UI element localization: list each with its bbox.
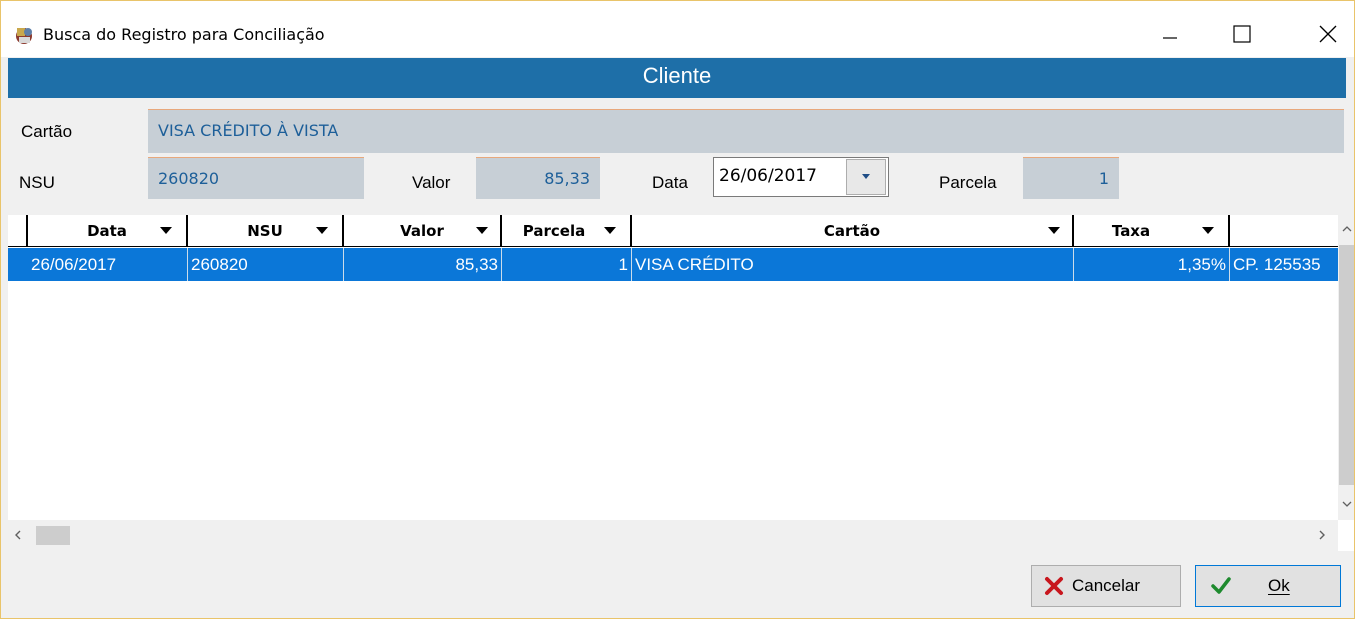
maximize-icon: [1233, 25, 1251, 43]
cartao-field[interactable]: VISA CRÉDITO À VISTA: [148, 109, 1344, 153]
dialog-window: Busca do Registro para Conciliação Clien…: [0, 0, 1355, 619]
column-header-nsu-label: NSU: [247, 222, 283, 240]
horizontal-scrollbar[interactable]: [8, 520, 1338, 551]
grid-header: Data NSU Valor Parcela Cartão Taxa: [8, 215, 1338, 247]
cell-extra[interactable]: CP. 125535: [1230, 248, 1338, 281]
close-button[interactable]: [1305, 17, 1351, 51]
sort-down-icon[interactable]: [160, 227, 172, 234]
cartao-label: Cartão: [21, 122, 73, 141]
cell-data[interactable]: 26/06/2017: [28, 248, 188, 281]
scroll-left-icon[interactable]: [14, 529, 22, 541]
window-title: Busca do Registro para Conciliação: [43, 25, 325, 44]
cell-valor[interactable]: 85,33: [344, 248, 502, 281]
column-header-data[interactable]: Data: [28, 215, 188, 247]
cell-parcela[interactable]: 1: [502, 248, 632, 281]
scroll-up-icon[interactable]: [1341, 225, 1353, 233]
title-bar[interactable]: Busca do Registro para Conciliação: [1, 1, 1354, 57]
vertical-scroll-thumb[interactable]: [1339, 245, 1354, 485]
column-header-taxa-label: Taxa: [1111, 222, 1151, 240]
valor-label: Valor: [412, 173, 451, 192]
date-dropdown-button[interactable]: [846, 159, 886, 195]
minimize-icon: [1163, 37, 1177, 39]
cancel-button[interactable]: Cancelar: [1031, 565, 1181, 607]
horizontal-scroll-thumb[interactable]: [36, 526, 70, 545]
grid-header-indicator: [8, 215, 28, 247]
sort-down-icon[interactable]: [316, 227, 328, 234]
ok-button[interactable]: Ok: [1195, 565, 1341, 607]
nsu-label: NSU: [19, 173, 55, 192]
column-header-valor[interactable]: Valor: [344, 215, 502, 247]
column-header-taxa[interactable]: Taxa: [1074, 215, 1230, 247]
sort-down-icon[interactable]: [604, 227, 616, 234]
sort-down-icon[interactable]: [1202, 227, 1214, 234]
minimize-button[interactable]: [1147, 17, 1193, 51]
scroll-down-icon[interactable]: [1341, 500, 1353, 508]
section-header: Cliente: [8, 58, 1346, 98]
vertical-scrollbar[interactable]: [1338, 215, 1354, 520]
parcela-field[interactable]: 1: [1023, 157, 1119, 199]
column-header-cartao-label: Cartão: [823, 222, 881, 240]
x-icon: [1045, 577, 1063, 595]
cell-nsu[interactable]: 260820: [188, 248, 344, 281]
check-icon: [1211, 577, 1231, 594]
sort-down-icon[interactable]: [476, 227, 488, 234]
scroll-right-icon[interactable]: [1318, 529, 1326, 541]
date-picker[interactable]: 26/06/2017: [713, 157, 889, 197]
cancel-button-label: Cancelar: [1072, 576, 1141, 595]
date-value: 26/06/2017: [719, 166, 817, 186]
app-icon: [16, 28, 32, 44]
ok-button-label: Ok: [1268, 576, 1290, 595]
cell-taxa[interactable]: 1,35%: [1074, 248, 1230, 281]
column-header-parcela-label: Parcela: [522, 222, 586, 240]
data-label: Data: [652, 173, 688, 192]
column-header-parcela[interactable]: Parcela: [502, 215, 632, 247]
valor-field[interactable]: 85,33: [476, 157, 600, 199]
sort-down-icon[interactable]: [1048, 227, 1060, 234]
chevron-down-icon: [862, 174, 870, 179]
nsu-field[interactable]: 260820: [148, 157, 364, 199]
cell-cartao[interactable]: VISA CRÉDITO: [632, 248, 1074, 281]
close-icon: [1319, 25, 1337, 43]
parcela-label: Parcela: [939, 173, 997, 192]
column-header-cartao[interactable]: Cartão: [632, 215, 1074, 247]
column-header-nsu[interactable]: NSU: [188, 215, 344, 247]
table-row[interactable]: 26/06/2017 260820 85,33 1 VISA CRÉDITO 1…: [8, 248, 1338, 281]
column-header-data-label: Data: [87, 222, 127, 240]
records-grid[interactable]: Data NSU Valor Parcela Cartão Taxa 26/06…: [8, 215, 1354, 551]
column-header-extra[interactable]: [1230, 215, 1338, 247]
column-header-valor-label: Valor: [400, 222, 444, 240]
maximize-button[interactable]: [1219, 17, 1265, 51]
